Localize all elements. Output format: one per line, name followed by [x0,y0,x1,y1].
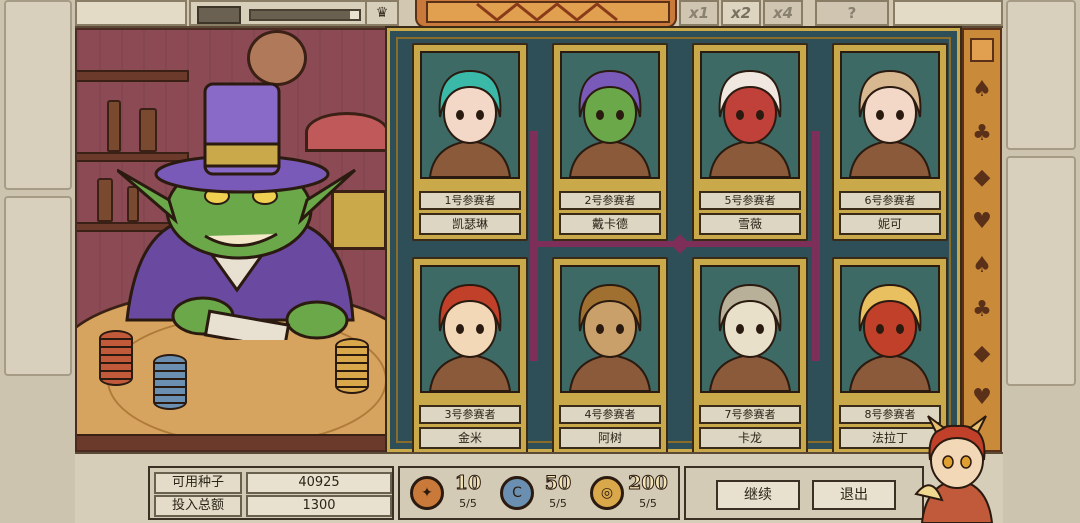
coin-chip-icon[interactable]: ◎ [590,476,624,510]
horned-girl-portrait [420,265,520,393]
chip-count: 5/5 [549,497,567,510]
top-emblem-ornament [415,0,677,28]
right-bg-panel-lower [1006,156,1076,386]
c-chip-icon[interactable]: C [500,476,534,510]
participant-card[interactable]: 2号参赛者戴卡德 [552,43,668,241]
chip-value: 200 [628,472,669,495]
continue-button[interactable]: 继续 [716,480,800,510]
club-icon: ♣ [972,297,992,322]
progress-indicator-box [197,6,241,24]
participant-name: 戴卡德 [559,213,661,235]
available-seeds-label: 可用种子 [154,472,242,494]
chip-count: 5/5 [639,497,657,510]
participant-number-label: 2号参赛者 [559,191,661,210]
spade-icon: ♠ [972,77,992,102]
progress-bar [249,9,361,21]
spade-icon: ♠ [972,253,992,278]
participant-number-label: 4号参赛者 [559,405,661,424]
participant-card[interactable]: 1号参赛者凯瑟琳 [412,43,528,241]
chip-slot[interactable]: ◎ 200 5/5 [586,472,670,516]
help-button[interactable]: ? [815,0,889,26]
participant-name: 金米 [419,427,521,449]
diamond-icon: ◆ [973,341,991,366]
cat-girl-portrait [840,51,940,179]
top-right-cell [893,0,1003,26]
goblin-dealer [117,82,357,340]
participant-number-label: 6号参赛者 [839,191,941,210]
diamond-icon: ◆ [973,165,991,190]
elf-man-portrait [560,265,660,393]
chip-value: 50 [544,472,572,495]
top-left-cell [75,0,187,26]
participants-board: 1号参赛者 凯瑟琳 2号参赛者 戴卡德 5号参赛者 雪薇 6号参赛者 妮可 3号参赛者 金米 4号参… [385,26,962,455]
speed-x4-button[interactable]: x4 [763,0,803,26]
participant-card[interactable]: 6号参赛者妮可 [832,43,948,241]
left-bg-panel [4,0,72,190]
exit-button[interactable]: 退出 [812,480,896,510]
menu-icon[interactable] [970,38,994,62]
participant-name: 凯瑟琳 [419,213,521,235]
chip-stack-gold [335,338,369,394]
participant-card[interactable]: 3号参赛者金米 [412,257,528,455]
chip-slot[interactable]: ✦ 10 5/5 [406,472,490,516]
bottle-icon [97,178,113,222]
club-icon: ♣ [972,121,992,146]
participant-card[interactable]: 4号参赛者阿树 [552,257,668,455]
top-bar: ♛ x1 x2 x4 ? [75,0,1003,28]
participant-number-label: 5号参赛者 [699,191,801,210]
red-horned-woman-portrait [700,51,800,179]
participant-name: 阿树 [559,427,661,449]
helper-character-avatar[interactable] [912,414,1002,523]
total-bet-row: 投入总额 1300 [154,495,392,517]
available-seeds-value: 40925 [246,472,392,494]
left-bg-panel-lower [4,196,72,376]
red-orb-portrait [840,265,940,393]
chip-slot[interactable]: C 50 5/5 [496,472,580,516]
suit-strip: ♠ ♣ ◆ ♥ ♠ ♣ ◆ ♥ [962,28,1002,452]
participant-number-label: 3号参赛者 [419,405,521,424]
heart-icon: ♥ [972,385,992,410]
game-screen: ♛ x1 x2 x4 ? 1号参赛者 凯瑟琳 2号参赛者 戴卡德 5号参赛者 雪… [0,0,1080,523]
participant-name: 妮可 [839,213,941,235]
participant-card[interactable]: 7号参赛者卡龙 [692,257,808,455]
chips-panel: ✦ 10 5/5 C 50 5/5 ◎ 200 5/5 [398,466,680,520]
available-seeds-row: 可用种子 40925 [154,472,392,494]
chip-count: 5/5 [459,497,477,510]
goblin-top-hat-portrait [560,51,660,179]
total-bet-value: 1300 [246,495,392,517]
progress-bar-fill [251,11,351,19]
participant-number-label: 1号参赛者 [419,191,521,210]
actions-panel: 继续 退出 [684,466,924,520]
table-skirt [77,434,385,450]
skeleton-dragon-portrait [700,265,800,393]
dealer-scene [75,28,387,452]
heart-icon: ♥ [972,209,992,234]
right-bg-panel [1006,0,1076,150]
chip-stack-blue [153,354,187,410]
chip-stack-red [99,330,133,386]
participant-name: 卡龙 [699,427,801,449]
teal-hair-girl-portrait [420,51,520,179]
speed-x2-button[interactable]: x2 [721,0,761,26]
chip-value: 10 [454,472,482,495]
speed-x1-button[interactable]: x1 [679,0,719,26]
participant-card[interactable]: 5号参赛者雪薇 [692,43,808,241]
participant-name: 雪薇 [699,213,801,235]
participant-number-label: 7号参赛者 [699,405,801,424]
crown-icon: ♛ [365,0,399,26]
total-bet-label: 投入总额 [154,495,242,517]
compass-chip-icon[interactable]: ✦ [410,476,444,510]
stats-panel: 可用种子 40925 投入总额 1300 [148,466,394,520]
